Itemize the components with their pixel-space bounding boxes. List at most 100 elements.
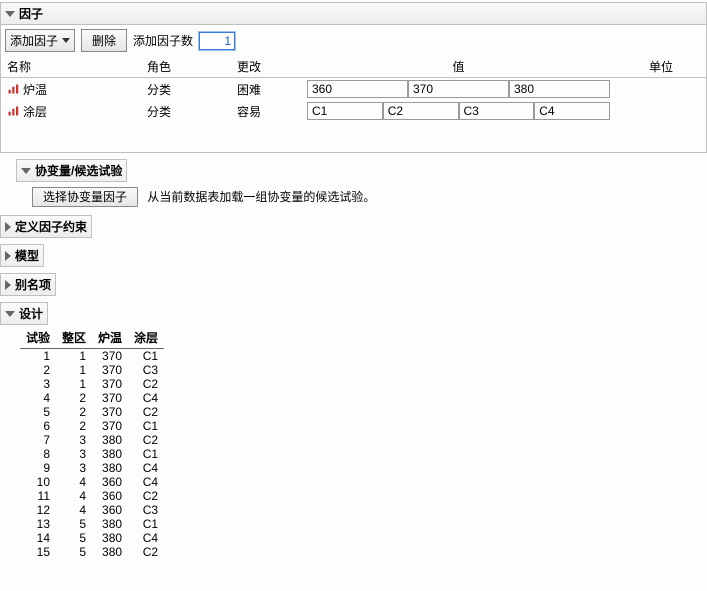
- level-cell[interactable]: 360: [307, 80, 408, 98]
- cell-trial: 2: [20, 363, 56, 377]
- section-header-model[interactable]: 模型: [0, 244, 44, 267]
- factor-name: 涂层: [1, 100, 141, 122]
- section-title-constraints: 定义因子约束: [15, 218, 87, 235]
- design-row: 21370C3: [20, 363, 164, 377]
- chevron-down-icon: [21, 168, 31, 174]
- factor-row[interactable]: 炉温分类困难360370380: [1, 78, 706, 101]
- factor-row[interactable]: 涂层分类容易C1C2C3C4: [1, 100, 706, 122]
- cell-block: 5: [56, 517, 92, 531]
- cell-trial: 7: [20, 433, 56, 447]
- factor-role: 分类: [141, 100, 231, 122]
- cell-f1: 370: [92, 419, 128, 433]
- cell-f2: C4: [128, 475, 164, 489]
- cell-f2: C2: [128, 405, 164, 419]
- col-role: 角色: [141, 56, 231, 78]
- add-count-label: 添加因子数: [133, 32, 193, 49]
- cell-f1: 370: [92, 377, 128, 391]
- col-block: 整区: [56, 329, 92, 349]
- chevron-right-icon: [5, 222, 11, 232]
- chevron-right-icon: [5, 251, 11, 261]
- cell-block: 3: [56, 433, 92, 447]
- level-cell[interactable]: 370: [408, 80, 509, 98]
- factor-levels: C1C2C3C4: [301, 100, 616, 122]
- design-row: 83380C1: [20, 447, 164, 461]
- level-cell[interactable]: C1: [307, 102, 383, 120]
- cell-trial: 3: [20, 377, 56, 391]
- cell-block: 2: [56, 391, 92, 405]
- section-title-covariate: 协变量/候选试验: [35, 162, 122, 179]
- cell-trial: 12: [20, 503, 56, 517]
- factor-change: 困难: [231, 78, 301, 101]
- level-cell[interactable]: 380: [509, 80, 610, 98]
- design-row: 114360C2: [20, 489, 164, 503]
- factor-change: 容易: [231, 100, 301, 122]
- col-trial: 试验: [20, 329, 56, 349]
- section-header-constraints[interactable]: 定义因子约束: [0, 215, 92, 238]
- section-header-factors[interactable]: 因子: [0, 2, 707, 25]
- factor-unit: [616, 100, 706, 122]
- design-row: 73380C2: [20, 433, 164, 447]
- factor-levels: 360370380: [301, 78, 616, 101]
- cell-block: 2: [56, 419, 92, 433]
- cell-block: 4: [56, 503, 92, 517]
- cell-f2: C3: [128, 363, 164, 377]
- cell-f1: 380: [92, 433, 128, 447]
- cell-trial: 5: [20, 405, 56, 419]
- cell-f2: C1: [128, 419, 164, 433]
- section-header-design[interactable]: 设计: [0, 302, 48, 325]
- cell-f2: C4: [128, 531, 164, 545]
- cell-block: 4: [56, 489, 92, 503]
- section-header-covariate[interactable]: 协变量/候选试验: [16, 159, 127, 182]
- col-f2: 涂层: [128, 329, 164, 349]
- level-cell[interactable]: C4: [534, 102, 610, 120]
- cell-block: 1: [56, 349, 92, 364]
- factor-unit: [616, 78, 706, 101]
- chevron-right-icon: [5, 280, 11, 290]
- design-row: 145380C4: [20, 531, 164, 545]
- design-row: 42370C4: [20, 391, 164, 405]
- cell-f2: C4: [128, 391, 164, 405]
- design-row: 155380C2: [20, 545, 164, 559]
- chevron-down-icon: [5, 11, 15, 17]
- chevron-down-icon: [62, 38, 70, 43]
- delete-button[interactable]: 删除: [81, 29, 127, 52]
- col-unit: 单位: [616, 56, 706, 78]
- cell-f2: C1: [128, 447, 164, 461]
- cell-trial: 6: [20, 419, 56, 433]
- design-row: 104360C4: [20, 475, 164, 489]
- col-name: 名称: [1, 56, 141, 78]
- cell-trial: 1: [20, 349, 56, 364]
- col-f1: 炉温: [92, 329, 128, 349]
- add-factor-dropdown[interactable]: 添加因子: [5, 29, 75, 52]
- cell-f1: 370: [92, 405, 128, 419]
- cell-trial: 11: [20, 489, 56, 503]
- cell-trial: 13: [20, 517, 56, 531]
- section-header-alias[interactable]: 别名项: [0, 273, 56, 296]
- cell-f2: C2: [128, 377, 164, 391]
- cell-f1: 380: [92, 447, 128, 461]
- cell-f2: C1: [128, 349, 164, 364]
- cell-f1: 380: [92, 461, 128, 475]
- cell-f1: 370: [92, 349, 128, 364]
- level-cell[interactable]: C2: [383, 102, 459, 120]
- cell-block: 2: [56, 405, 92, 419]
- cell-f2: C1: [128, 517, 164, 531]
- design-table: 试验 整区 炉温 涂层 11370C121370C331370C242370C4…: [20, 329, 164, 559]
- cell-block: 4: [56, 475, 92, 489]
- design-row: 31370C2: [20, 377, 164, 391]
- level-cell[interactable]: C3: [459, 102, 535, 120]
- cell-block: 1: [56, 363, 92, 377]
- section-title-model: 模型: [15, 247, 39, 264]
- design-row: 93380C4: [20, 461, 164, 475]
- cell-f2: C2: [128, 489, 164, 503]
- cell-trial: 15: [20, 545, 56, 559]
- cell-block: 3: [56, 447, 92, 461]
- cell-f1: 380: [92, 531, 128, 545]
- chevron-down-icon: [5, 311, 15, 317]
- cell-trial: 8: [20, 447, 56, 461]
- cell-f1: 370: [92, 391, 128, 405]
- col-value: 值: [301, 56, 616, 78]
- factors-toolbar: 添加因子 删除 添加因子数: [0, 25, 707, 56]
- add-count-input[interactable]: [199, 32, 235, 50]
- select-covariate-button[interactable]: 选择协变量因子: [32, 187, 138, 207]
